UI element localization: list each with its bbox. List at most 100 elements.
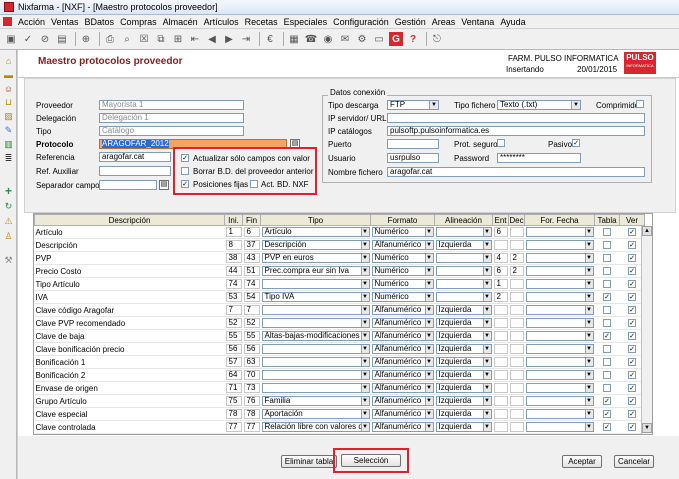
row-dec[interactable] <box>509 318 524 328</box>
cell-descripcion[interactable]: Clave especial <box>34 407 225 421</box>
col-ini[interactable]: Ini. <box>224 214 243 226</box>
row-alineacion-select[interactable]: ▼ <box>435 227 492 237</box>
cell-alineacion[interactable]: Izquierda ▼ <box>434 238 493 252</box>
cell-formato[interactable]: Numérico ▼ <box>370 225 435 239</box>
table-row[interactable]: Envase de origen 71 73 ▼ Alfanumérico ▼ Izquie… <box>34 381 645 395</box>
menu-ventana[interactable]: Ventana <box>458 17 497 27</box>
cell-alineacion[interactable]: ▼ <box>434 251 493 265</box>
cell-descripcion[interactable]: Artículo <box>34 225 225 239</box>
row-alineacion-select[interactable]: Izquierda ▼ <box>435 396 492 406</box>
row-ini[interactable]: 78 <box>225 409 242 419</box>
cell-descripcion[interactable]: Descripción <box>34 238 225 252</box>
card-icon[interactable]: ▬ <box>3 69 14 80</box>
person-icon[interactable]: ☺ <box>3 83 14 94</box>
cell-tipo[interactable]: ▼ <box>260 316 371 330</box>
row-ini[interactable]: 53 <box>225 292 242 302</box>
find-icon[interactable]: ⌕ <box>120 32 134 46</box>
row-dec[interactable] <box>509 357 524 367</box>
row-tabla-checkbox[interactable]: ✓ <box>603 410 611 418</box>
row-tipo-select[interactable]: Artículo ▼ <box>261 227 370 237</box>
cell-ent[interactable] <box>492 316 509 330</box>
row-tipo-select[interactable]: ▼ <box>261 318 370 328</box>
row-tipo-select[interactable]: ▼ <box>261 279 370 289</box>
cell-dec[interactable]: 2 <box>508 251 525 265</box>
row-formato-select[interactable]: Numérico ▼ <box>371 292 434 302</box>
cell-descripcion[interactable]: PVP <box>34 251 225 265</box>
row-fecha-select[interactable]: ▼ <box>525 305 594 315</box>
row-tabla-checkbox[interactable] <box>603 345 611 353</box>
cell-alineacion[interactable]: Izquierda ▼ <box>434 303 493 317</box>
nombre-fichero-field[interactable]: aragofar.cat <box>387 167 645 177</box>
cell-dec[interactable] <box>508 407 525 421</box>
table-row[interactable]: Clave código Aragofar 7 7 ▼ Alfanumérico ▼ Izq… <box>34 303 645 317</box>
row-fin[interactable]: 37 <box>243 240 260 250</box>
menu-especiales[interactable]: Especiales <box>281 17 331 27</box>
cell-for-fecha[interactable]: ▼ <box>524 251 595 265</box>
google-icon[interactable]: G <box>389 32 403 46</box>
cell-dec[interactable] <box>508 355 525 369</box>
cell-formato[interactable]: Alfanumérico ▼ <box>370 342 435 356</box>
row-ver-checkbox[interactable]: ✓ <box>628 397 636 405</box>
cell-ini[interactable]: 74 <box>224 277 243 291</box>
row-tipo-select[interactable]: ▼ <box>261 357 370 367</box>
row-formato-select[interactable]: Alfanumérico ▼ <box>371 344 434 354</box>
row-tabla-checkbox[interactable] <box>603 306 611 314</box>
cell-tipo[interactable]: Familia ▼ <box>260 394 371 408</box>
row-ent[interactable]: 4 <box>493 253 508 263</box>
cell-tipo[interactable]: ▼ <box>260 355 371 369</box>
last-icon[interactable]: ⇥ <box>239 32 253 46</box>
cell-alineacion[interactable]: Izquierda ▼ <box>434 355 493 369</box>
prot-seguro-checkbox[interactable] <box>497 139 505 147</box>
row-ent[interactable] <box>493 383 508 393</box>
row-fin[interactable]: 70 <box>243 370 260 380</box>
row-ent[interactable] <box>493 305 508 315</box>
cell-ini[interactable]: 44 <box>224 264 243 278</box>
row-ent[interactable] <box>493 318 508 328</box>
cell-dec[interactable]: 2 <box>508 264 525 278</box>
row-tipo-select[interactable]: ▼ <box>261 383 370 393</box>
cell-descripcion[interactable]: Clave PVP recomendado <box>34 316 225 330</box>
cell-for-fecha[interactable]: ▼ <box>524 225 595 239</box>
cell-alineacion[interactable]: Izquierda ▼ <box>434 329 493 343</box>
phone-icon[interactable]: ☎ <box>304 32 318 46</box>
cell-alineacion[interactable]: Izquierda ▼ <box>434 381 493 395</box>
row-fecha-select[interactable]: ▼ <box>525 383 594 393</box>
row-ver-checkbox[interactable]: ✓ <box>628 280 636 288</box>
row-alineacion-select[interactable]: Izquierda ▼ <box>435 305 492 315</box>
row-ent[interactable] <box>493 422 508 432</box>
first-icon[interactable]: ⇤ <box>188 32 202 46</box>
row-ini[interactable]: 64 <box>225 370 242 380</box>
cell-ini[interactable]: 56 <box>224 342 243 356</box>
row-fin[interactable]: 56 <box>243 344 260 354</box>
cell-tipo[interactable]: ▼ <box>260 342 371 356</box>
row-ini[interactable]: 71 <box>225 383 242 393</box>
row-ver-checkbox[interactable]: ✓ <box>628 254 636 262</box>
cell-dec[interactable] <box>508 225 525 239</box>
row-tabla-checkbox[interactable] <box>603 267 611 275</box>
delegacion-field[interactable]: Delegación 1 <box>99 113 244 123</box>
row-alineacion-select[interactable]: ▼ <box>435 253 492 263</box>
puerto-field[interactable] <box>387 139 439 149</box>
col-descripcion[interactable]: Descripción <box>34 214 225 226</box>
cell-descripcion[interactable]: Bonificación 1 <box>34 355 225 369</box>
cell-ini[interactable]: 55 <box>224 329 243 343</box>
cell-dec[interactable] <box>508 290 525 304</box>
table-row[interactable]: Artículo 1 6 Artículo ▼ Numérico ▼ ▼ 6 ▼ ✓ <box>34 225 645 239</box>
row-alineacion-select[interactable]: Izquierda ▼ <box>435 318 492 328</box>
cell-ini[interactable]: 8 <box>224 238 243 252</box>
document-icon[interactable] <box>3 17 12 26</box>
row-dec[interactable] <box>509 292 524 302</box>
cell-tabla[interactable] <box>594 342 620 356</box>
cell-tipo[interactable]: ▼ <box>260 368 371 382</box>
cell-dec[interactable] <box>508 420 525 434</box>
cell-tabla[interactable]: ✓ <box>594 329 620 343</box>
row-alineacion-select[interactable]: Izquierda ▼ <box>435 383 492 393</box>
row-ini[interactable]: 52 <box>225 318 242 328</box>
cell-fin[interactable]: 55 <box>242 329 261 343</box>
row-formato-select[interactable]: Numérico ▼ <box>371 266 434 276</box>
referencia-field[interactable]: aragofar.cat <box>99 152 171 162</box>
cell-fin[interactable]: 63 <box>242 355 261 369</box>
cell-for-fecha[interactable]: ▼ <box>524 342 595 356</box>
cell-fin[interactable]: 78 <box>242 407 261 421</box>
cell-dec[interactable] <box>508 316 525 330</box>
